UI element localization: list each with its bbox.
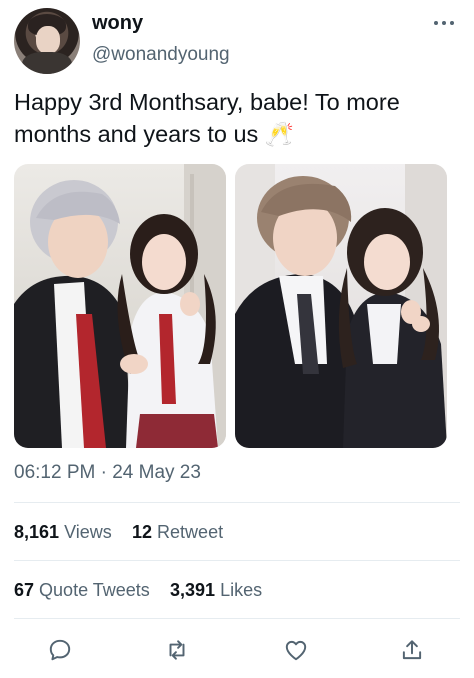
quotes-stat[interactable]: 67 Quote Tweets <box>14 580 150 601</box>
divider <box>14 618 460 619</box>
tweet-header: wony @wonandyoung <box>0 0 474 80</box>
champagne-emoji: 🥂 <box>264 120 295 148</box>
avatar-face <box>36 26 60 54</box>
author-handle[interactable]: @wonandyoung <box>92 44 230 66</box>
tweet-text: Happy 3rd Monthsary, babe! To more month… <box>14 86 466 150</box>
divider <box>14 560 460 561</box>
photo-2-illustration <box>235 164 447 448</box>
time: 06:12 PM <box>14 462 96 483</box>
share-icon[interactable] <box>392 630 432 670</box>
retweets-label: Retweet <box>157 522 224 542</box>
quotes-label: Quote Tweets <box>39 580 150 600</box>
likes-stat[interactable]: 3,391 Likes <box>170 580 262 601</box>
author-name[interactable]: wony <box>92 12 143 35</box>
likes-label: Likes <box>220 580 263 600</box>
dot-separator: · <box>100 462 107 483</box>
tweet-photo-1[interactable] <box>14 164 226 448</box>
views-label: Views <box>64 522 112 542</box>
tweet-photo-2[interactable] <box>235 164 447 448</box>
heart-icon[interactable] <box>276 630 316 670</box>
quotes-count: 67 <box>14 580 35 600</box>
views-stat[interactable]: 8,161 Views <box>14 522 112 543</box>
date: 24 May 23 <box>112 462 201 483</box>
tweet-body: Happy 3rd Monthsary, babe! To more month… <box>14 89 400 147</box>
divider <box>14 502 460 503</box>
action-bar <box>0 630 474 670</box>
timestamp[interactable]: 06:12 PM · 24 May 23 <box>14 462 201 484</box>
retweets-stat[interactable]: 12 Retweet <box>132 522 223 543</box>
avatar[interactable] <box>14 8 80 74</box>
more-options-icon[interactable] <box>430 12 460 34</box>
avatar-body <box>22 52 72 74</box>
photo-1-illustration <box>14 164 226 448</box>
reply-icon[interactable] <box>40 630 80 670</box>
views-count: 8,161 <box>14 522 60 542</box>
likes-count: 3,391 <box>170 580 216 600</box>
retweet-icon[interactable] <box>157 630 197 670</box>
retweets-count: 12 <box>132 522 153 542</box>
